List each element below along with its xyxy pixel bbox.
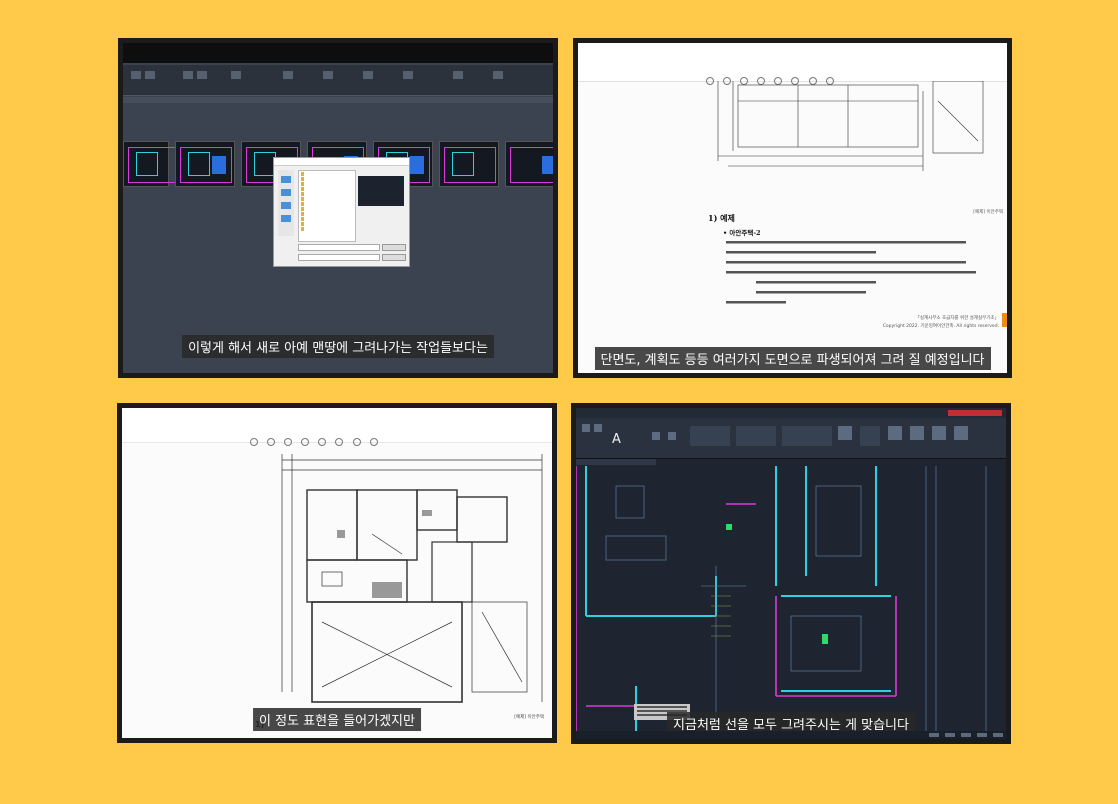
file-type-select[interactable]	[298, 254, 380, 261]
drawing-thumbnail[interactable]	[439, 141, 499, 187]
video-subtitle: 이 정도 표현을 들어가겠지만	[253, 708, 421, 731]
cad-canvas[interactable]	[576, 466, 1006, 736]
text-tool-icon[interactable]: A	[612, 432, 621, 447]
cancel-button[interactable]	[382, 254, 406, 261]
copyright-title: 「실계사무소 초급자를 위한 설계실무기초」	[915, 316, 999, 321]
drawing-tab[interactable]	[576, 459, 656, 465]
autocad-ribbon[interactable]: A	[576, 418, 1006, 459]
drawing-thumbnail[interactable]	[175, 141, 235, 187]
video-subtitle: 단면도, 계획도 등등 여러가지 도면으로 파생되어져 그려 질 예정입니다	[594, 347, 991, 370]
video-frame-3: 1) [예제] 이안주택 이 정도 표현을 들어가겠지만	[117, 403, 557, 743]
dialog-places-sidebar[interactable]	[278, 170, 294, 236]
search-box[interactable]	[948, 410, 1002, 416]
ribbon-tool-icon[interactable]	[131, 71, 141, 79]
page-tab	[1002, 313, 1007, 327]
clipboard-icon[interactable]	[954, 426, 968, 440]
video-frame-2: [예제] 이안주택 1) 예제 • 아안주택-2 「실계사무소 초급자를 위한 …	[573, 38, 1012, 378]
status-toggle-icon[interactable]	[945, 733, 955, 737]
status-toggle-icon[interactable]	[977, 733, 987, 737]
video-frame-1: 이렇게 해서 새로 아예 맨땅에 그려나가는 작업들보다는	[118, 38, 558, 378]
ribbon-tool-icon[interactable]	[183, 71, 193, 79]
modify-tools[interactable]	[690, 426, 730, 446]
video-subtitle: 이렇게 해서 새로 아예 맨땅에 그려나가는 작업들보다는	[182, 335, 494, 358]
ribbon-tool-icon[interactable]	[403, 71, 413, 79]
insert-block-icon[interactable]	[838, 426, 852, 440]
status-bar[interactable]	[576, 731, 1006, 739]
ribbon-tool-icon[interactable]	[197, 71, 207, 79]
ribbon-tool-icon[interactable]	[453, 71, 463, 79]
annotation-tools[interactable]	[736, 426, 776, 446]
ribbon-tool-icon[interactable]	[283, 71, 293, 79]
cad-ribbon-toolbar[interactable]	[123, 65, 553, 96]
drawing-thumbnail[interactable]	[505, 141, 553, 187]
copyright-notice: Copyright 2022. 기운잉여이안건축. All rights res…	[882, 324, 999, 329]
section-title: 1) 예제	[708, 213, 735, 223]
status-toggle-icon[interactable]	[993, 733, 1003, 737]
open-button[interactable]	[382, 244, 406, 251]
ribbon-tool-icon[interactable]	[231, 71, 241, 79]
dimension-tool-icon[interactable]	[652, 432, 660, 440]
group-tool-icon[interactable]	[888, 426, 902, 440]
video-frame-4: A 지금처럼 선을 모두 그려주시는 게 맞습니다	[571, 403, 1011, 744]
polyline-tool-icon[interactable]	[594, 424, 602, 432]
page-header-tag: [예제] 이안주택	[514, 715, 544, 720]
layer-tool-icon[interactable]	[668, 432, 676, 440]
ribbon-tool-icon[interactable]	[323, 71, 333, 79]
file-name-input[interactable]	[298, 244, 380, 251]
drawing-thumbnail[interactable]	[123, 141, 180, 187]
line-tool-icon[interactable]	[582, 424, 590, 432]
status-toggle-icon[interactable]	[961, 733, 971, 737]
view-tool-icon[interactable]	[932, 426, 946, 440]
page-header-tag: [예제] 이안주택	[973, 210, 1003, 215]
file-preview	[358, 176, 404, 206]
layer-properties[interactable]	[782, 426, 832, 446]
subsection-title: • 아안주택-2	[723, 229, 761, 237]
properties-panel[interactable]	[860, 426, 880, 446]
body-text-lines	[726, 241, 976, 304]
ribbon-panel-labels	[123, 97, 553, 103]
status-toggle-icon[interactable]	[929, 733, 939, 737]
pdf-viewer-toolbar[interactable]	[122, 408, 552, 446]
ribbon-tool-icon[interactable]	[145, 71, 155, 79]
open-file-dialog[interactable]	[273, 157, 410, 267]
dialog-title-bar	[274, 158, 409, 166]
measure-tool-icon[interactable]	[910, 426, 924, 440]
file-list[interactable]	[298, 170, 356, 242]
autocad-title-bar	[576, 408, 1006, 418]
section-drawing	[717, 81, 984, 171]
floor-plan-drawing	[281, 454, 543, 703]
pdf-viewer-toolbar[interactable]	[578, 43, 1007, 85]
window-title-bar	[123, 43, 553, 63]
ribbon-tool-icon[interactable]	[493, 71, 503, 79]
ribbon-tool-icon[interactable]	[363, 71, 373, 79]
